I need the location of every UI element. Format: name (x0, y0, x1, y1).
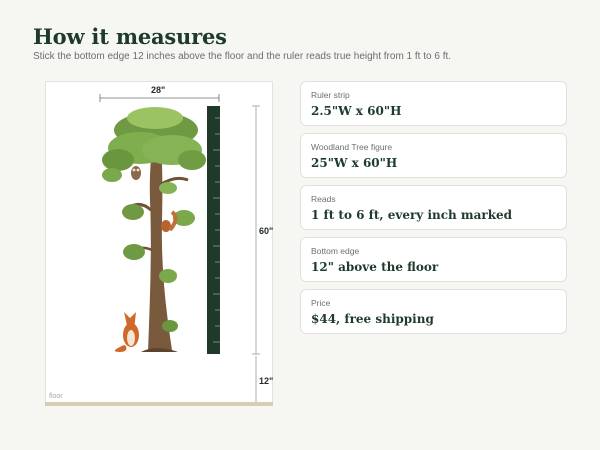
spec-card-bottom-edge: Bottom edge 12" above the floor (300, 237, 567, 282)
spec-value: 25"W x 60"H (311, 156, 398, 170)
width-label: 28" (151, 85, 166, 95)
spec-label: Ruler strip (311, 90, 350, 100)
spec-label: Bottom edge (311, 246, 360, 256)
spec-card-ruler-strip: Ruler strip 2.5"W x 60"H (300, 81, 567, 126)
spec-value: 2.5"W x 60"H (311, 104, 402, 118)
spec-value: $44, free shipping (311, 312, 434, 326)
spec-card-price: Price $44, free shipping (300, 289, 567, 334)
spec-label: Woodland Tree figure (311, 142, 393, 152)
spec-card-list: Ruler strip 2.5"W x 60"H Woodland Tree f… (300, 81, 567, 341)
spec-card-reads: Reads 1 ft to 6 ft, every inch marked (300, 185, 567, 230)
fox-icon (114, 312, 139, 352)
floor-line (45, 402, 273, 406)
spec-label: Reads (311, 194, 336, 204)
ruler-strip (207, 106, 220, 354)
floor-label: floor (49, 393, 63, 400)
squirrel-icon (161, 210, 178, 232)
width-dimension-line (99, 94, 220, 102)
offset-label: 12" (259, 376, 274, 386)
spec-card-tree-figure: Woodland Tree figure 25"W x 60"H (300, 133, 567, 178)
spec-value: 12" above the floor (311, 260, 439, 274)
height-label: 60" (259, 226, 274, 236)
owl-icon (131, 166, 141, 180)
spec-value: 1 ft to 6 ft, every inch marked (311, 208, 513, 222)
spec-label: Price (311, 298, 331, 308)
